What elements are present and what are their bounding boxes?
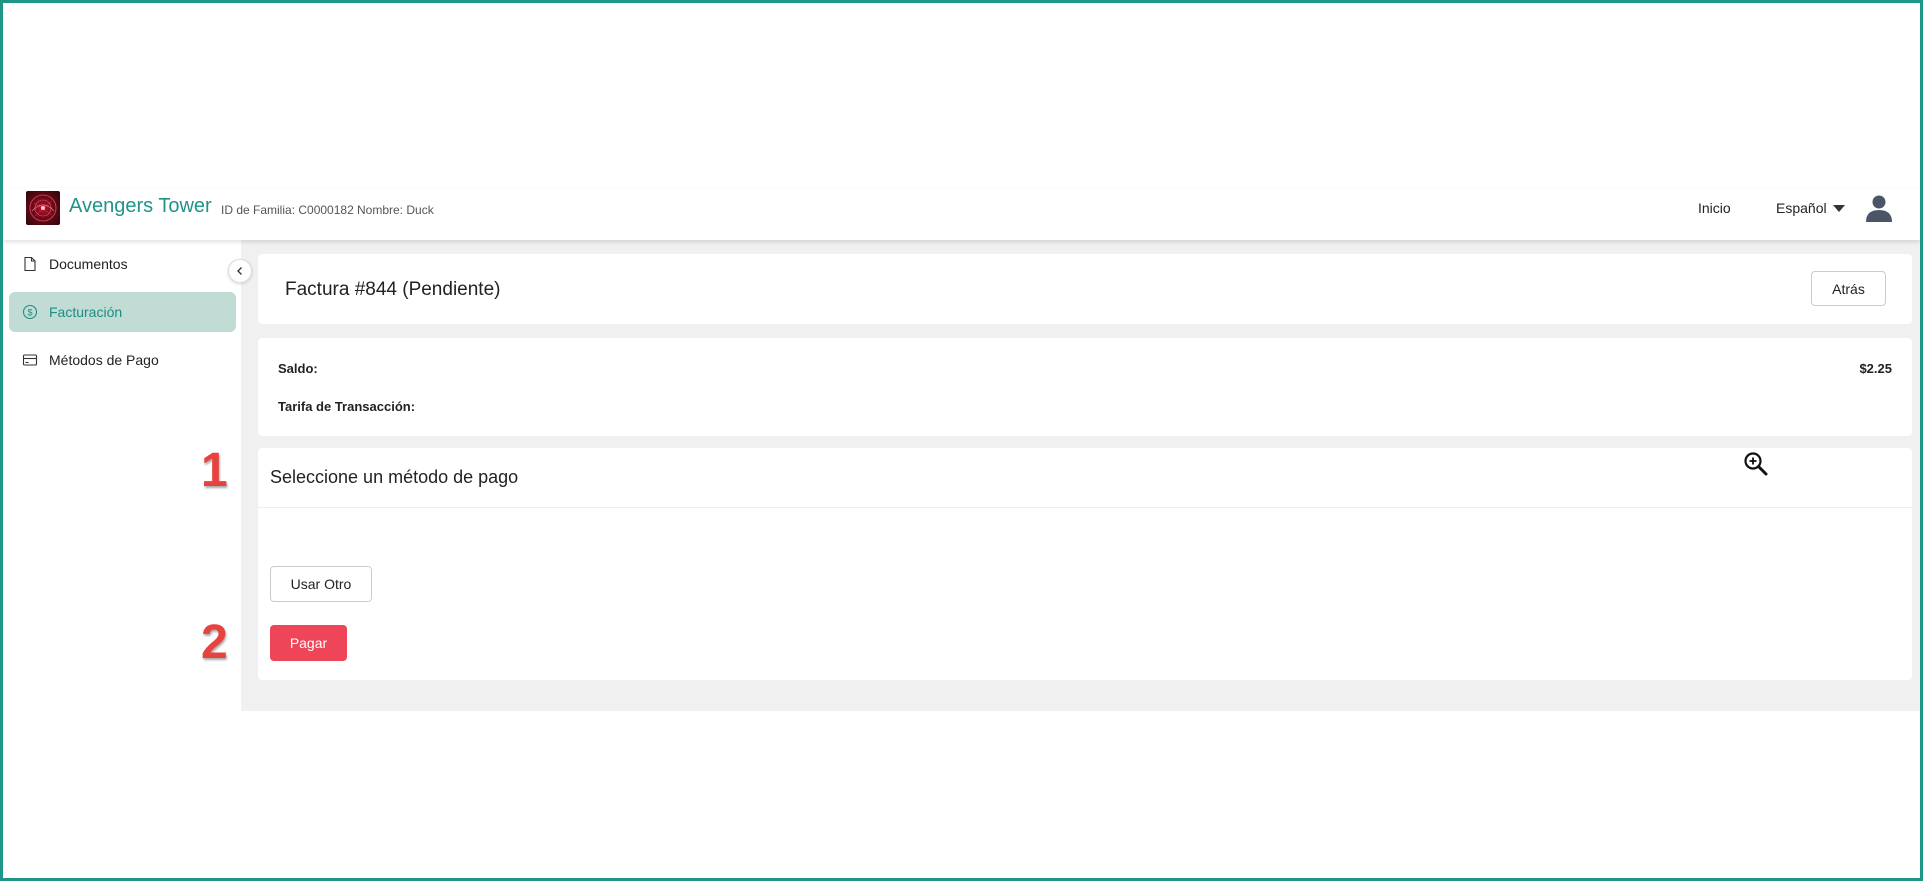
sidebar-item-label: Facturación xyxy=(49,304,123,320)
step-annotation-2: 2 xyxy=(201,616,228,669)
nav-home-link[interactable]: Inicio xyxy=(1698,200,1731,216)
sidebar-item-label: Métodos de Pago xyxy=(49,352,159,368)
use-other-button[interactable]: Usar Otro xyxy=(270,566,372,602)
section-divider xyxy=(258,507,1912,508)
sidebar-collapse-button[interactable] xyxy=(228,259,252,283)
user-avatar-icon[interactable] xyxy=(1863,194,1895,222)
app-title[interactable]: Avengers Tower xyxy=(69,195,212,218)
sidebar-item-documents[interactable]: Documentos xyxy=(9,244,236,284)
balance-label: Saldo: xyxy=(278,361,318,376)
caret-down-icon xyxy=(1832,204,1845,212)
sidebar-item-payment-methods[interactable]: Métodos de Pago xyxy=(9,340,236,380)
pay-button[interactable]: Pagar xyxy=(270,625,347,661)
language-label: Español xyxy=(1776,200,1827,216)
family-id: ID de Familia: C0000182 xyxy=(221,203,354,217)
top-header: Avengers Tower ID de Familia: C0000182 N… xyxy=(3,188,1920,240)
svg-text:$: $ xyxy=(27,307,32,317)
credit-card-icon xyxy=(22,352,38,368)
chevron-left-icon xyxy=(237,267,242,275)
sidebar-item-label: Documentos xyxy=(49,256,128,272)
step-annotation-1: 1 xyxy=(201,444,228,497)
balance-value: $2.25 xyxy=(1859,361,1892,376)
document-icon xyxy=(22,256,38,272)
balance-card xyxy=(258,338,1912,436)
sidebar: Documentos $ Facturación Métodos de Pago xyxy=(3,240,241,878)
language-dropdown[interactable]: Español xyxy=(1776,200,1845,216)
transaction-fee-label: Tarifa de Transacción: xyxy=(278,399,416,414)
zoom-in-cursor-icon xyxy=(1743,451,1769,477)
payment-section-title: Seleccione un método de pago xyxy=(270,467,519,487)
family-name: Nombre: Duck xyxy=(357,203,434,217)
sidebar-item-billing[interactable]: $ Facturación xyxy=(9,292,236,332)
app-logo xyxy=(26,191,60,225)
dollar-circle-icon: $ xyxy=(22,304,38,320)
app-frame: Avengers Tower ID de Familia: C0000182 N… xyxy=(0,0,1923,881)
invoice-title: Factura #844 (Pendiente) xyxy=(285,279,501,300)
invoice-header-card xyxy=(258,254,1912,324)
back-button[interactable]: Atrás xyxy=(1811,271,1886,306)
